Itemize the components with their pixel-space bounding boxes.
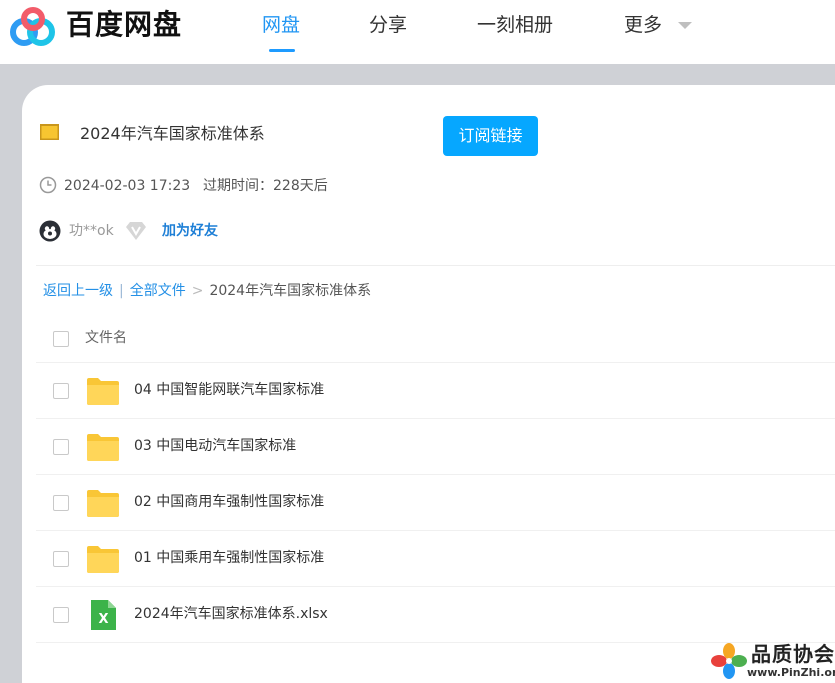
file-name[interactable]: 02 中国商用车强制性国家标准 [134, 492, 324, 512]
nav-tab-share[interactable]: 分享 [369, 12, 407, 38]
row-checkbox[interactable] [53, 607, 69, 623]
breadcrumb-current: 2024年汽车国家标准体系 [209, 283, 372, 299]
table-row[interactable]: 02 中国商用车强制性国家标准 [36, 474, 835, 530]
breadcrumb-arrow: > [191, 283, 204, 299]
folder-icon [87, 546, 119, 573]
folder-icon [87, 434, 119, 461]
table-row[interactable]: 01 中国乘用车强制性国家标准 [36, 530, 835, 586]
back-up-link[interactable]: 返回上一级 [43, 283, 113, 299]
nav-tab-album[interactable]: 一刻相册 [477, 12, 553, 38]
baidu-netdisk-logo-icon[interactable] [8, 6, 58, 50]
file-name[interactable]: 01 中国乘用车强制性国家标准 [134, 548, 324, 568]
table-row[interactable]: 04 中国智能网联汽车国家标准 [36, 362, 835, 418]
brand-name[interactable]: 百度网盘 [66, 7, 182, 43]
table-row[interactable]: X 2024年汽车国家标准体系.xlsx [36, 586, 835, 643]
subscribe-link-button[interactable]: 订阅链接 [443, 116, 538, 156]
file-name[interactable]: 04 中国智能网联汽车国家标准 [134, 380, 324, 400]
file-list: 文件名 04 中国智能网联汽车国家标准 03 中国电动汽车国家标准 02 中国商… [36, 314, 835, 643]
share-date: 2024-02-03 17:23 [64, 178, 191, 194]
file-name[interactable]: 03 中国电动汽车国家标准 [134, 436, 296, 456]
folder-icon [87, 490, 119, 517]
row-checkbox[interactable] [53, 439, 69, 455]
file-list-header: 文件名 [36, 314, 835, 362]
row-checkbox[interactable] [53, 383, 69, 399]
folder-icon [87, 378, 119, 405]
column-header-filename: 文件名 [85, 330, 127, 346]
select-all-checkbox[interactable] [53, 331, 69, 347]
breadcrumb: 返回上一级 | 全部文件 >2024年汽车国家标准体系 [43, 281, 371, 301]
vip-diamond-icon [126, 222, 146, 240]
nav-active-indicator [269, 49, 295, 52]
nav-tab-netdisk[interactable]: 网盘 [262, 12, 300, 38]
chevron-down-icon[interactable] [678, 22, 692, 29]
file-name[interactable]: 2024年汽车国家标准体系.xlsx [134, 604, 328, 624]
svg-text:X: X [98, 612, 108, 627]
divider [36, 265, 835, 266]
all-files-link[interactable]: 全部文件 [130, 283, 186, 299]
row-checkbox[interactable] [53, 495, 69, 511]
watermark-url: www.PinZhi.org [747, 666, 835, 679]
excel-file-icon: X [91, 600, 116, 630]
nav-tab-more[interactable]: 更多 [624, 12, 662, 38]
expire-time: 过期时间：228天后 [203, 178, 328, 194]
top-nav-bar: 百度网盘 网盘 分享 一刻相册 更多 [0, 0, 835, 64]
folder-icon [40, 124, 59, 140]
row-checkbox[interactable] [53, 551, 69, 567]
breadcrumb-separator: | [119, 283, 124, 299]
clock-icon [39, 176, 57, 194]
watermark-flower-logo-icon [711, 643, 747, 679]
add-friend-link[interactable]: 加为好友 [162, 221, 218, 241]
share-title: 2024年汽车国家标准体系 [80, 124, 265, 143]
share-username[interactable]: 功**ok [69, 221, 114, 241]
avatar[interactable] [39, 220, 61, 242]
table-row[interactable]: 03 中国电动汽车国家标准 [36, 418, 835, 474]
watermark-text: 品质协会 [751, 642, 835, 666]
